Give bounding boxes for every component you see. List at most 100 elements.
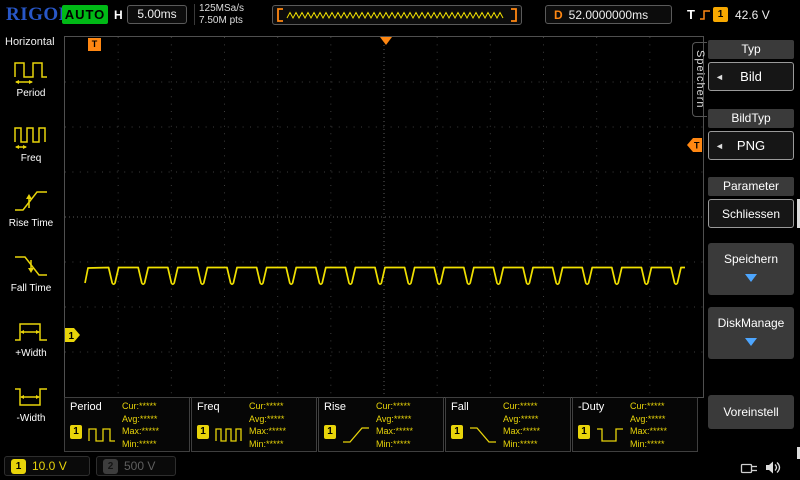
freq-glyph-icon: [215, 424, 243, 446]
speaker-icon: [764, 459, 781, 476]
measurement-cur: Cur:*****: [503, 400, 540, 413]
measurement-label: Freq: [197, 401, 220, 413]
waveform-preview-strip: [272, 5, 522, 25]
channel1-status[interactable]: 1 10.0 V: [4, 456, 90, 476]
channel-badge: 1: [197, 425, 209, 439]
menu-value-parameter[interactable]: Schliessen: [708, 199, 794, 228]
measurement-min: Min:*****: [503, 438, 540, 451]
measurement-cur: Cur:*****: [376, 400, 413, 413]
measurement-min: Min:*****: [630, 438, 667, 451]
rise-glyph-icon: [342, 424, 370, 446]
minus-width-icon: [13, 381, 49, 411]
chevron-down-icon: [745, 274, 757, 282]
measurement-stats: Cur:***** Avg:***** Max:***** Min:*****: [630, 400, 667, 450]
trigger-slope-icon: [699, 8, 711, 22]
trigger-level-value: 42.6 V: [735, 8, 770, 22]
channel1-ground-marker[interactable]: 1: [65, 328, 81, 342]
measurement-avg: Avg:*****: [249, 413, 286, 426]
menu-header-bildtyp: BildTyp: [708, 109, 794, 128]
measurement-label: Rise: [324, 401, 346, 413]
measurement-cur: Cur:*****: [249, 400, 286, 413]
measurement-stats: Cur:***** Avg:***** Max:***** Min:*****: [376, 400, 413, 450]
sidebar-item-label: +Width: [15, 348, 46, 359]
timebase-readout: 5.00ms: [127, 5, 187, 24]
sidebar-item-rise-time[interactable]: Rise Time: [9, 186, 53, 229]
horizontal-label: H: [114, 8, 123, 22]
measurement-max: Max:*****: [503, 425, 540, 438]
delay-readout: D 52.0000000ms: [545, 5, 672, 24]
preset-button[interactable]: Voreinstell: [708, 395, 794, 429]
trigger-source-badge: 1: [713, 7, 728, 22]
trigger-position-icon[interactable]: [379, 37, 393, 45]
measurement-cur: Cur:*****: [122, 400, 159, 413]
measurement-min: Min:*****: [122, 438, 159, 451]
trigger-delay-marker[interactable]: T: [88, 38, 101, 51]
run-status-badge: AUTO: [62, 5, 108, 24]
measurement-min: Min:*****: [249, 438, 286, 451]
channel1-scale: 10.0 V: [32, 459, 67, 473]
preset-button-label: Voreinstell: [723, 405, 778, 419]
trigger-label: T: [687, 7, 695, 22]
save-button[interactable]: Speichern: [708, 243, 794, 295]
menu-value-label: Schliessen: [722, 207, 780, 221]
measurement-box-minus-duty[interactable]: -Duty 1 Cur:***** Avg:***** Max:***** Mi…: [572, 397, 698, 452]
delay-label: D: [554, 8, 563, 22]
chevron-left-icon: ◄: [715, 141, 724, 151]
measurement-max: Max:*****: [630, 425, 667, 438]
usb-icon: [740, 461, 760, 475]
channel-badge: 1: [451, 425, 463, 439]
rise-time-icon: [13, 186, 49, 216]
menu-value-label: PNG: [737, 138, 765, 153]
sidebar-title: Horizontal: [5, 36, 55, 48]
measurement-avg: Avg:*****: [376, 413, 413, 426]
measurement-box-fall[interactable]: Fall 1 Cur:***** Avg:***** Max:***** Min…: [445, 397, 571, 452]
measurement-avg: Avg:*****: [503, 413, 540, 426]
measurement-label: Fall: [451, 401, 469, 413]
fall-time-icon: [13, 251, 49, 281]
measurement-max: Max:*****: [122, 425, 159, 438]
measurement-stats: Cur:***** Avg:***** Max:***** Min:*****: [249, 400, 286, 450]
channel2-badge: 2: [103, 459, 118, 474]
menu-value-bildtyp[interactable]: ◄ PNG: [708, 131, 794, 160]
sidebar-item-label: Freq: [21, 153, 42, 164]
svg-text:T: T: [694, 141, 700, 151]
trigger-level-marker[interactable]: T: [687, 138, 702, 152]
sample-rate-readout: 125MSa/s: [199, 3, 244, 14]
menu-header-parameter: Parameter: [708, 177, 794, 196]
measurement-box-period[interactable]: Period 1 Cur:***** Avg:***** Max:***** M…: [64, 397, 190, 452]
sidebar-item-fall-time[interactable]: Fall Time: [11, 251, 52, 294]
menu-header-typ: Typ: [708, 40, 794, 59]
sidebar-item-minus-width[interactable]: -Width: [13, 381, 49, 424]
measurement-avg: Avg:*****: [122, 413, 159, 426]
preview-waveform-icon: [273, 6, 521, 24]
menu-tab-speichern: Speichern: [692, 42, 707, 117]
sidebar-item-plus-width[interactable]: +Width: [13, 316, 49, 359]
measurement-max: Max:*****: [249, 425, 286, 438]
sidebar-item-freq[interactable]: Freq: [13, 121, 49, 164]
disk-manage-button[interactable]: DiskManage: [708, 307, 794, 359]
channel1-badge: 1: [11, 459, 26, 474]
measurement-box-rise[interactable]: Rise 1 Cur:***** Avg:***** Max:***** Min…: [318, 397, 444, 452]
channel2-scale: 500 V: [124, 459, 155, 473]
sidebar-item-label: -Width: [17, 413, 46, 424]
channel-badge: 1: [578, 425, 590, 439]
plus-width-icon: [13, 316, 49, 346]
period-icon: [13, 56, 49, 86]
measurement-stats: Cur:***** Avg:***** Max:***** Min:*****: [503, 400, 540, 450]
channel2-status[interactable]: 2 500 V: [96, 456, 176, 476]
measurement-stats: Cur:***** Avg:***** Max:***** Min:*****: [122, 400, 159, 450]
measurement-avg: Avg:*****: [630, 413, 667, 426]
memory-depth-readout: 7.50M pts: [199, 15, 243, 26]
measurement-max: Max:*****: [376, 425, 413, 438]
freq-icon: [13, 121, 49, 151]
sidebar-item-label: Rise Time: [9, 218, 53, 229]
measurement-box-freq[interactable]: Freq 1 Cur:***** Avg:***** Max:***** Min…: [191, 397, 317, 452]
measurement-cur: Cur:*****: [630, 400, 667, 413]
delay-value: 52.0000000ms: [569, 8, 648, 22]
measurement-min: Min:*****: [376, 438, 413, 451]
graticule-grid: [65, 37, 703, 397]
sidebar-item-period[interactable]: Period: [13, 56, 49, 99]
measurement-label: Period: [70, 401, 102, 413]
sidebar-item-label: Fall Time: [11, 283, 52, 294]
menu-value-typ[interactable]: ◄ Bild: [708, 62, 794, 91]
